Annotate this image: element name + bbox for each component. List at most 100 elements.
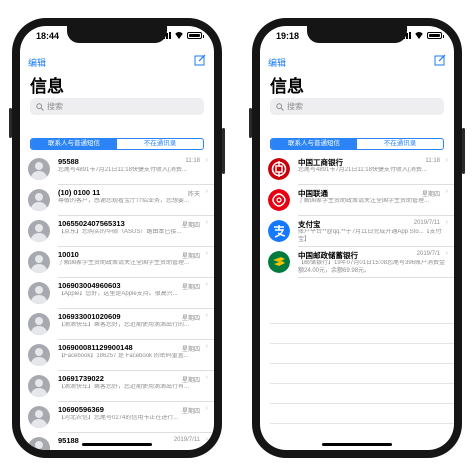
thread-date: 昨天 bbox=[187, 192, 200, 198]
thread-date: 星期四 bbox=[421, 192, 440, 198]
edit-button[interactable]: 编辑 bbox=[268, 56, 286, 69]
thread-sender: 95188 bbox=[58, 436, 79, 445]
thread-row[interactable]: 支付宝 2019/7/11 › 账户平台**@qq.**于7月11日完成开通Ap… bbox=[268, 216, 454, 247]
thread-preview: 尊敬的客户，感谢您观看宝厅介绍业务，您想要... bbox=[58, 198, 190, 204]
chevron-right-icon: › bbox=[445, 157, 448, 164]
thread-row[interactable]: 10690596369 星期四 › 【河北农信】您尾号0274的信用卡正在进行.… bbox=[28, 402, 214, 433]
thread-row[interactable]: 中国联通 星期四 › 了解国家学生资助政策请关注全国学生资助管理... bbox=[268, 185, 454, 216]
compose-icon[interactable] bbox=[194, 54, 206, 66]
thread-row[interactable]: 106933001020609 星期四 › 【滴滴快车】乘客您好，您近期使用滴滴… bbox=[28, 309, 214, 340]
thread-preview: 【滴滴快车】乘客您好，您近期使用滴滴出行的... bbox=[58, 322, 190, 328]
battery-icon bbox=[187, 32, 204, 39]
search-input[interactable]: 搜索 bbox=[270, 98, 444, 115]
thread-row[interactable]: 中国工商银行 11:18 › 您尾号4891卡7月21日11:18快捷支付收入(… bbox=[268, 154, 454, 185]
search-placeholder: 搜索 bbox=[287, 102, 303, 111]
thread-date: 星期四 bbox=[181, 285, 200, 291]
thread-date: 星期四 bbox=[181, 254, 200, 260]
thread-sender: 106903004960603 bbox=[58, 281, 121, 290]
contact-avatar-icon bbox=[28, 375, 50, 397]
thread-row[interactable]: 106903004960603 星期四 › 【Apple】您好，这里是Apple… bbox=[28, 278, 214, 309]
contact-avatar-icon bbox=[28, 344, 50, 366]
segment-contacts[interactable]: 联系人与普通短信 bbox=[31, 139, 117, 149]
segment-unknown-senders[interactable]: 不在通讯录 bbox=[117, 139, 203, 149]
phone-left: 18:44 编辑 信息 搜索 联系人与普通短信 不在通讯录 95588 11:1… bbox=[9, 18, 225, 458]
thread-sender: 106900081129900148 bbox=[58, 343, 133, 352]
filter-segmented-control: 联系人与普通短信 不在通讯录 bbox=[270, 138, 444, 150]
status-time: 19:18 bbox=[276, 31, 300, 41]
thread-row[interactable]: 106900081129900148 星期四 › 【Facebook】18625… bbox=[28, 340, 214, 371]
home-indicator[interactable] bbox=[322, 443, 392, 446]
nav-bar: 编辑 bbox=[260, 50, 454, 72]
search-input[interactable]: 搜索 bbox=[30, 98, 204, 115]
thread-list: 中国工商银行 11:18 › 您尾号4891卡7月21日11:18快捷支付收入(… bbox=[260, 154, 454, 278]
segment-unknown-senders[interactable]: 不在通讯录 bbox=[357, 139, 443, 149]
chevron-right-icon: › bbox=[445, 250, 448, 257]
chevron-right-icon: › bbox=[445, 188, 448, 195]
thread-row[interactable]: 1065502407565313 星期四 › 【京东】您购买的华硕（ASUS）路… bbox=[28, 216, 214, 247]
thread-sender: 10691739022 bbox=[58, 374, 104, 383]
chevron-right-icon: › bbox=[205, 343, 208, 350]
chevron-right-icon: › bbox=[445, 219, 448, 226]
thread-date: 2019/7/11 bbox=[413, 220, 440, 226]
segment-contacts[interactable]: 联系人与普通短信 bbox=[271, 139, 357, 149]
thread-preview: 【邮储银行】19年07月01日15:08您尾号396账户消费金额24.00元，余… bbox=[298, 260, 446, 274]
search-placeholder: 搜索 bbox=[47, 102, 63, 111]
chevron-right-icon: › bbox=[205, 281, 208, 288]
home-indicator[interactable] bbox=[82, 443, 152, 446]
search-icon bbox=[276, 102, 284, 111]
compose-icon[interactable] bbox=[434, 54, 446, 66]
chevron-right-icon: › bbox=[205, 312, 208, 319]
thread-sender: 95588 bbox=[58, 157, 79, 166]
notch bbox=[67, 26, 167, 43]
chevron-right-icon: › bbox=[205, 250, 208, 257]
notch bbox=[307, 26, 407, 43]
unicom-logo-icon bbox=[268, 189, 290, 211]
wifi-icon bbox=[174, 32, 184, 39]
messages-screen: 19:18 编辑 信息 搜索 联系人与普通短信 不在通讯录 中国工商银行 11:… bbox=[260, 26, 454, 450]
thread-sender: 10010 bbox=[58, 250, 79, 259]
page-title: 信息 bbox=[270, 77, 304, 96]
thread-preview: 【京东】您购买的华硕（ASUS）路由本已接... bbox=[58, 229, 182, 235]
chevron-right-icon: › bbox=[205, 436, 208, 443]
thread-row[interactable]: 10010 星期四 › 了解国家学生资助政策请关注全国学生资助管理... bbox=[28, 247, 214, 278]
contact-avatar-icon bbox=[28, 313, 50, 335]
nav-bar: 编辑 bbox=[20, 50, 214, 72]
chevron-right-icon: › bbox=[205, 157, 208, 164]
thread-sender: 10690596369 bbox=[58, 405, 104, 414]
chevron-right-icon: › bbox=[205, 219, 208, 226]
psbc-logo-icon bbox=[268, 251, 290, 273]
thread-date: 星期四 bbox=[181, 316, 200, 322]
empty-list-area bbox=[270, 304, 454, 424]
wifi-icon bbox=[414, 32, 424, 39]
thread-date: 星期四 bbox=[181, 223, 200, 229]
thread-row[interactable]: 10691739022 星期四 › 【滴滴快车】乘客您好，您近期使用滴滴出行有.… bbox=[28, 371, 214, 402]
thread-date: 星期四 bbox=[181, 347, 200, 353]
thread-list: 95588 11:18 › 您尾号4891卡7月21日11:18快捷支付收入(消… bbox=[20, 154, 214, 450]
edit-button[interactable]: 编辑 bbox=[28, 56, 46, 69]
battery-icon bbox=[427, 32, 444, 39]
thread-sender: 1065502407565313 bbox=[58, 219, 125, 228]
chevron-right-icon: › bbox=[205, 374, 208, 381]
alipay-logo-icon bbox=[268, 220, 290, 242]
contact-avatar-icon bbox=[28, 282, 50, 304]
thread-date: 2019/7/11 bbox=[173, 437, 200, 443]
contact-avatar-icon bbox=[28, 189, 50, 211]
contact-avatar-icon bbox=[28, 406, 50, 428]
thread-preview: 【Facebook】186257 是 Facebook 的密码重置... bbox=[58, 353, 189, 359]
thread-preview: 了解国家学生资助政策请关注全国学生资助管理... bbox=[298, 198, 430, 204]
thread-preview: 您尾号4891卡7月21日11:18快捷支付收入(消费... bbox=[58, 167, 187, 173]
thread-row[interactable]: 中国邮政储蓄银行 2019/7/1 › 【邮储银行】19年07月01日15:08… bbox=[268, 247, 454, 278]
thread-date: 星期四 bbox=[181, 378, 200, 384]
search-icon bbox=[36, 102, 44, 111]
contact-avatar-icon bbox=[28, 220, 50, 242]
filter-segmented-control: 联系人与普通短信 不在通讯录 bbox=[30, 138, 204, 150]
contact-avatar-icon bbox=[28, 251, 50, 273]
status-time: 18:44 bbox=[36, 31, 60, 41]
thread-row[interactable]: (10) 0100 11 昨天 › 尊敬的客户，感谢您观看宝厅介绍业务，您想要.… bbox=[28, 185, 214, 216]
contact-avatar-icon bbox=[28, 158, 50, 180]
phone-right: 19:18 编辑 信息 搜索 联系人与普通短信 不在通讯录 中国工商银行 11:… bbox=[249, 18, 465, 458]
chevron-right-icon: › bbox=[205, 405, 208, 412]
thread-row[interactable]: 95588 11:18 › 您尾号4891卡7月21日11:18快捷支付收入(消… bbox=[28, 154, 214, 185]
chevron-right-icon: › bbox=[205, 188, 208, 195]
thread-row[interactable]: 95188 2019/7/11 › bbox=[28, 433, 214, 450]
